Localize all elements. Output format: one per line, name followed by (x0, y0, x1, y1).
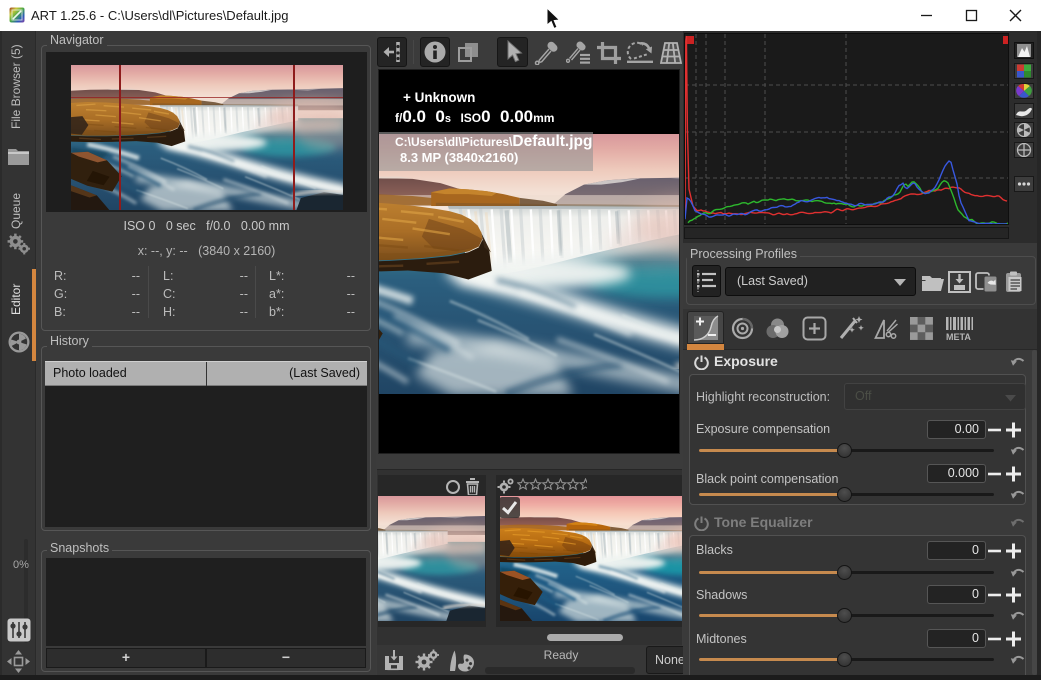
svg-text:Editor: Editor (9, 284, 23, 315)
svg-text:Queue: Queue (9, 193, 23, 229)
svg-text:File Browser (5): File Browser (5) (9, 44, 23, 129)
svg-text:META: META (946, 332, 971, 342)
